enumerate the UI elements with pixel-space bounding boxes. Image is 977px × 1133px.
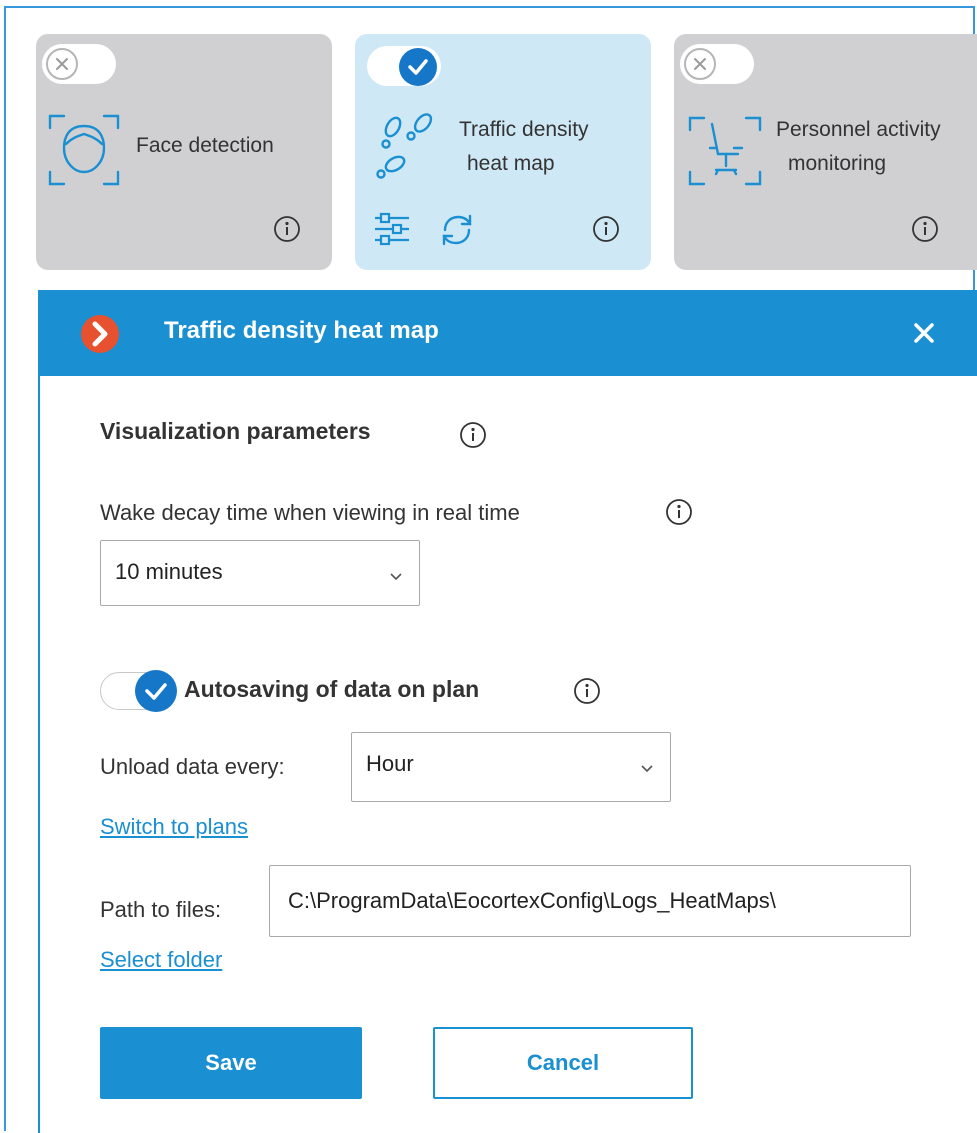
dropdown-value: Hour bbox=[366, 751, 414, 776]
autosave-toggle[interactable] bbox=[100, 670, 177, 712]
toggle-off-knob-icon bbox=[46, 48, 78, 80]
select-folder-link[interactable]: Select folder bbox=[100, 947, 222, 973]
info-icon[interactable] bbox=[910, 214, 940, 249]
section-title: Visualization parameters bbox=[100, 418, 371, 444]
dropdown-value: 10 minutes bbox=[115, 559, 223, 584]
path-label: Path to files: bbox=[100, 897, 222, 922]
close-icon[interactable] bbox=[913, 322, 935, 349]
switch-to-plans-link[interactable]: Switch to plans bbox=[100, 814, 248, 840]
save-button[interactable]: Save bbox=[100, 1027, 362, 1099]
info-icon[interactable] bbox=[458, 420, 488, 455]
dialog-title: Traffic density heat map bbox=[164, 317, 439, 344]
info-icon[interactable] bbox=[272, 214, 302, 249]
unload-interval-dropdown[interactable]: Hour bbox=[351, 732, 671, 802]
module-label-line-2: heat map bbox=[467, 152, 555, 175]
module-toggle-face-detection[interactable] bbox=[42, 44, 116, 84]
path-value: C:\ProgramData\EocortexConfig\Logs_HeatM… bbox=[288, 888, 776, 913]
module-panel: Face detection Traffic density heat map … bbox=[4, 6, 977, 1133]
module-toggle-traffic-density[interactable] bbox=[367, 46, 441, 86]
autosave-label: Autosaving of data on plan bbox=[184, 676, 480, 702]
module-toggle-personnel-activity[interactable] bbox=[680, 44, 754, 84]
dialog-header: Traffic density heat map bbox=[40, 292, 977, 376]
module-tile-traffic-density[interactable]: Traffic density heat map bbox=[355, 34, 651, 270]
unload-label: Unload data every: bbox=[100, 754, 285, 779]
chevron-down-icon bbox=[640, 760, 654, 778]
info-icon[interactable] bbox=[572, 676, 602, 711]
decay-time-dropdown[interactable]: 10 minutes bbox=[100, 540, 420, 606]
module-tile-face-detection[interactable]: Face detection bbox=[36, 34, 332, 270]
module-label-line-1: Traffic density bbox=[459, 118, 589, 141]
info-icon[interactable] bbox=[591, 214, 621, 249]
settings-sliders-icon[interactable] bbox=[373, 212, 411, 251]
toggle-off-knob-icon bbox=[684, 48, 716, 80]
info-icon[interactable] bbox=[664, 497, 694, 532]
refresh-icon[interactable] bbox=[439, 212, 475, 253]
module-label-line-1: Personnel activity bbox=[776, 118, 941, 141]
face-icon bbox=[48, 112, 120, 193]
cancel-button[interactable]: Cancel bbox=[433, 1027, 693, 1099]
checkmark-icon bbox=[135, 670, 177, 712]
footprints-icon bbox=[373, 112, 443, 187]
path-input[interactable]: C:\ProgramData\EocortexConfig\Logs_HeatM… bbox=[269, 865, 911, 937]
chevron-down-icon bbox=[389, 568, 403, 586]
brand-logo-icon bbox=[80, 314, 120, 359]
module-label-line-2: monitoring bbox=[788, 152, 887, 175]
module-tile-personnel-activity[interactable]: Personnel activity monitoring bbox=[674, 34, 977, 270]
decay-time-label: Wake decay time when viewing in real tim… bbox=[100, 500, 520, 525]
module-label: Face detection bbox=[136, 134, 274, 157]
checkmark-icon bbox=[399, 48, 437, 86]
module-settings-dialog: Traffic density heat map Visualization p… bbox=[38, 290, 977, 1133]
office-chair-icon bbox=[688, 114, 762, 193]
